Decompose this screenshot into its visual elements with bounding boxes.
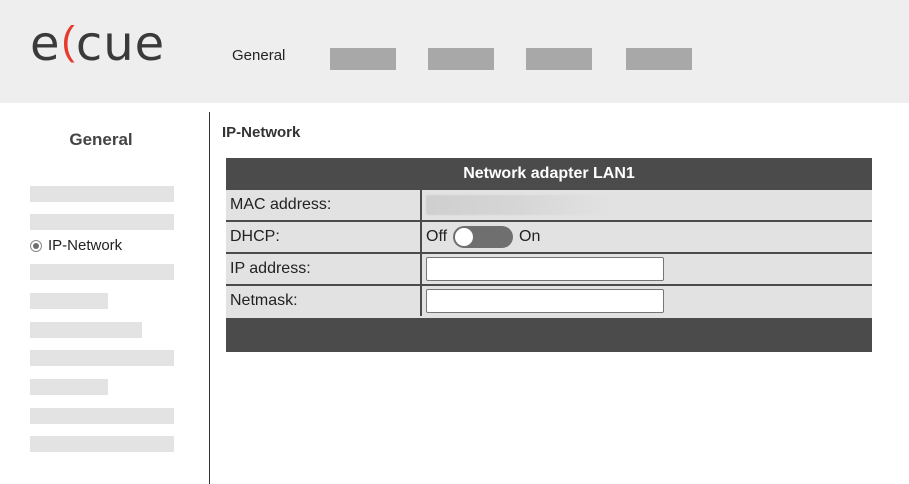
netmask-value-cell <box>422 286 872 316</box>
panel-title: Network adapter LAN1 <box>463 165 635 182</box>
sidebar-item-redacted-9[interactable] <box>30 436 174 452</box>
sidebar-item-redacted-1[interactable] <box>30 186 174 202</box>
mac-address-value-redacted <box>426 195 610 215</box>
ip-address-input[interactable] <box>426 257 664 281</box>
sidebar-item-redacted-7[interactable] <box>30 379 108 395</box>
nav-tab-redacted-1[interactable] <box>330 48 396 70</box>
nav-tab-redacted-3[interactable] <box>526 48 592 70</box>
ip-address-value-cell <box>422 254 872 284</box>
top-bar: e(cue General <box>0 0 909 103</box>
dhcp-toggle[interactable] <box>453 226 514 248</box>
toggle-knob <box>455 228 474 246</box>
netmask-label: Netmask: <box>226 286 422 316</box>
dhcp-row: DHCP: Off On <box>226 222 872 254</box>
ip-address-label: IP address: <box>226 254 422 284</box>
sidebar-divider <box>209 112 210 484</box>
ip-address-row: IP address: <box>226 254 872 286</box>
radio-selected-icon <box>30 239 42 252</box>
sidebar-item-redacted-5[interactable] <box>30 322 142 338</box>
mac-address-value-cell <box>422 190 872 220</box>
sidebar-item-ip-network[interactable]: IP-Network <box>30 237 122 254</box>
section-title: IP-Network <box>222 124 301 141</box>
nav-tab-general[interactable]: General <box>232 47 285 64</box>
sidebar-item-redacted-6[interactable] <box>30 350 174 366</box>
network-adapter-panel: Network adapter LAN1 MAC address: DHCP: … <box>226 158 872 352</box>
nav-tab-redacted-2[interactable] <box>428 48 494 70</box>
dhcp-on-label: On <box>519 228 541 245</box>
sidebar-item-redacted-4[interactable] <box>30 293 108 309</box>
sidebar-item-redacted-8[interactable] <box>30 408 174 424</box>
mac-address-row: MAC address: <box>226 190 872 222</box>
nav-tab-redacted-4[interactable] <box>626 48 692 70</box>
sidebar-item-redacted-3[interactable] <box>30 264 174 280</box>
ecue-logo[interactable]: e(cue <box>30 16 165 72</box>
logo-text-left: e <box>30 16 61 72</box>
sidebar-item-label: IP-Network <box>48 237 123 254</box>
dhcp-off-label: Off <box>426 228 448 245</box>
dhcp-value-cell: Off On <box>422 222 872 252</box>
sidebar-title: General <box>69 130 133 149</box>
sidebar-item-redacted-2[interactable] <box>30 214 174 230</box>
settings-table: MAC address: DHCP: Off On IP address: Ne… <box>226 190 872 318</box>
mac-address-label: MAC address: <box>226 190 422 220</box>
netmask-row: Netmask: <box>226 286 872 318</box>
dhcp-label: DHCP: <box>226 222 422 252</box>
logo-mark: ( <box>61 18 75 63</box>
logo-text-right: cue <box>75 16 166 72</box>
netmask-input[interactable] <box>426 289 664 313</box>
